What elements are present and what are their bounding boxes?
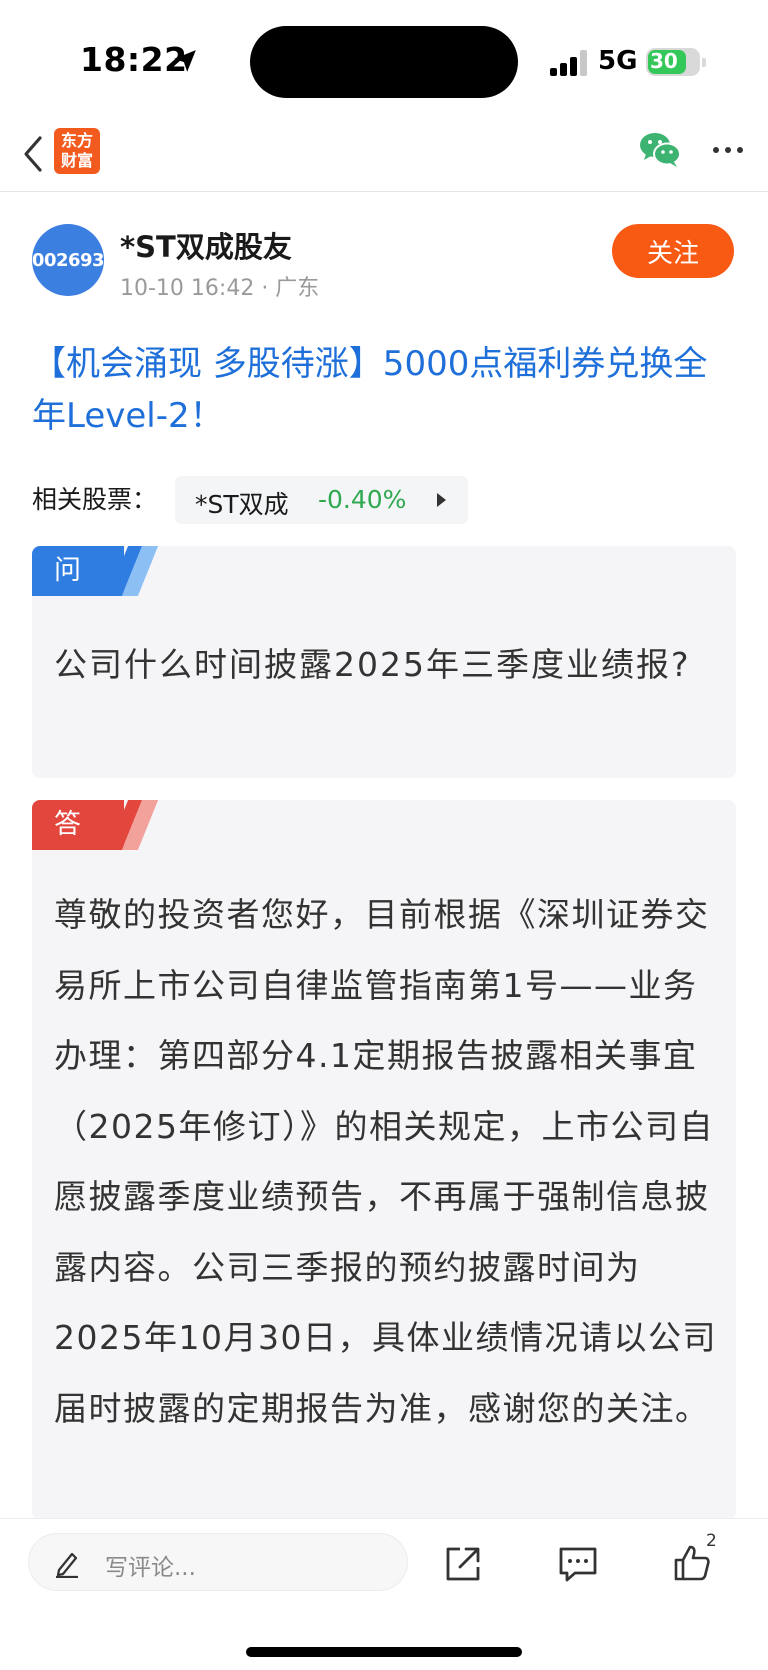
like-count: 2 (706, 1531, 717, 1551)
nav-bar: 东方 财富 (0, 120, 768, 192)
play-arrow-icon (437, 493, 446, 507)
app-logo-line1: 东方 (60, 131, 93, 150)
related-stocks-label: 相关股票： (32, 485, 158, 514)
stock-name: *ST双成 (195, 490, 289, 519)
app-logo[interactable]: 东方 财富 (54, 128, 100, 174)
comment-icon[interactable] (558, 1545, 598, 1583)
avatar[interactable]: 002693 (32, 224, 105, 296)
network-label: 5G (598, 46, 638, 76)
bottom-bar: 写评论... 2 (0, 1518, 768, 1670)
battery-icon: 30 (646, 48, 700, 76)
status-bar: 18:22 5G 30 (0, 0, 768, 120)
app-logo-line2: 财富 (60, 151, 93, 170)
stock-change: -0.40% (318, 485, 407, 514)
question-card: 问 公司什么时间披露2025年三季度业绩报? (32, 546, 736, 778)
dynamic-island (250, 26, 518, 98)
battery-cap (702, 58, 706, 67)
answer-card: 答 尊敬的投资者您好，目前根据《深圳证券交易所上市公司自律监管指南第1号——业务… (32, 800, 736, 1520)
comment-input[interactable]: 写评论... (28, 1533, 408, 1591)
more-dots-icon[interactable] (710, 138, 746, 162)
wechat-icon[interactable] (638, 130, 682, 170)
post-title[interactable]: 【机会涌现 多股待涨】5000点福利券兑换全年Level-2！ (32, 338, 736, 442)
comment-placeholder: 写评论... (105, 1555, 196, 1581)
signal-icon (550, 50, 588, 76)
pen-icon (56, 1552, 78, 1578)
share-icon[interactable] (444, 1545, 482, 1583)
home-indicator (246, 1647, 522, 1657)
author-name[interactable]: *ST双成股友 (120, 224, 292, 266)
question-text: 公司什么时间披露2025年三季度业绩报? (54, 645, 691, 684)
answer-text: 尊敬的投资者您好，目前根据《深圳证券交易所上市公司自律监管指南第1号——业务办理… (54, 895, 717, 1428)
follow-button[interactable]: 关注 (612, 224, 734, 278)
related-stock-chip[interactable]: *ST双成 -0.40% (175, 476, 468, 524)
battery-level: 30 (650, 49, 678, 73)
location-arrow-icon (174, 50, 196, 72)
post-meta: 10-10 16:42 · 广东 (120, 276, 320, 301)
chevron-left-icon[interactable] (18, 132, 48, 176)
